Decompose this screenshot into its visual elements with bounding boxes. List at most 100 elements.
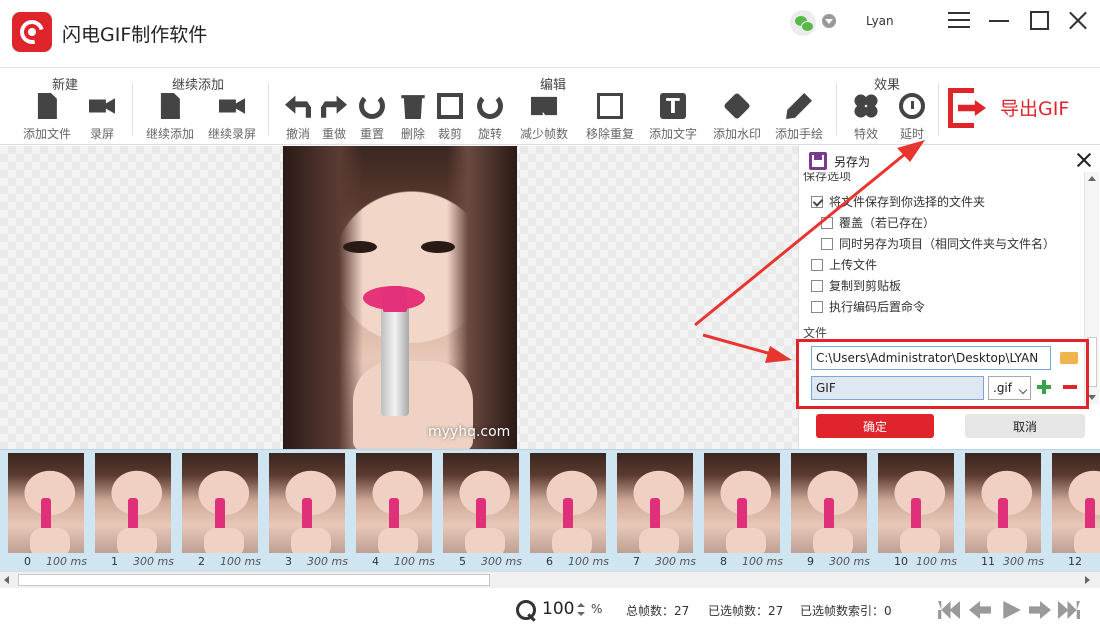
preview-frame-image: myyhq.com xyxy=(283,146,517,449)
previous-frame-icon[interactable] xyxy=(969,601,991,619)
checkbox[interactable] xyxy=(821,217,833,229)
extension-select[interactable]: .gif xyxy=(988,376,1031,400)
filmstrip-frame[interactable]: 7 300 ms xyxy=(613,453,700,569)
remove-duplicate-icon xyxy=(597,93,623,119)
continue-record-button[interactable]: 继续录屏 xyxy=(202,93,262,142)
frame-thumbnail xyxy=(182,453,258,553)
save-options-title: 保存选项 xyxy=(803,172,852,182)
zoom-unit: % xyxy=(591,602,603,616)
frame-delay: 100 ms xyxy=(46,555,87,568)
export-gif-button[interactable]: 导出GIF xyxy=(944,86,1094,132)
minus-icon[interactable] xyxy=(1063,385,1077,389)
zoom-value[interactable]: 100 xyxy=(542,599,574,619)
camera-icon xyxy=(89,98,115,114)
add-watermark-button[interactable]: 添加水印 xyxy=(707,92,767,142)
filmstrip-frame[interactable]: 1 300 ms xyxy=(91,453,178,569)
option-copy-clipboard[interactable]: 复制到剪贴板 xyxy=(811,277,901,294)
filmstrip-frame[interactable]: 2 100 ms xyxy=(178,453,265,569)
group-label-new: 新建 xyxy=(52,78,79,93)
filmstrip-frame[interactable]: 8 100 ms xyxy=(700,453,787,569)
filmstrip-frame[interactable]: 11 300 ms xyxy=(961,453,1048,569)
last-frame-icon[interactable] xyxy=(1058,601,1080,619)
frame-index: 6 xyxy=(546,555,553,568)
frame-thumbnail xyxy=(965,453,1041,553)
frame-filmstrip[interactable]: 0 100 ms 1 300 ms 2 100 ms 3 300 ms 4 100 ms 5 300 … xyxy=(0,449,1100,571)
option-post-encode-command[interactable]: 执行编码后置命令 xyxy=(811,298,925,315)
filmstrip-frame[interactable]: 4 100 ms xyxy=(352,453,439,569)
remove-duplicates-button[interactable]: 移除重复 xyxy=(580,93,640,142)
frame-index: 5 xyxy=(459,555,466,568)
filmstrip-frame[interactable]: 12 xyxy=(1048,453,1100,569)
wechat-avatar-icon[interactable] xyxy=(790,10,816,36)
zoom-icon[interactable] xyxy=(516,600,536,620)
close-panel-icon[interactable] xyxy=(1077,153,1091,167)
folder-icon[interactable] xyxy=(1060,352,1078,364)
frame-thumbnail xyxy=(95,453,171,553)
frame-delay: 300 ms xyxy=(481,555,522,568)
user-dropdown-icon[interactable] xyxy=(822,14,836,28)
maximize-icon[interactable] xyxy=(1030,11,1049,30)
add-file-button[interactable]: 添加文件 xyxy=(17,93,77,142)
title-bar: 闪电GIF制作软件 Lyan xyxy=(0,0,1100,68)
save-as-panel: 另存为 保存选项 将文件保存到你选择的文件夹 覆盖（若已存在） 同时另存为项目（… xyxy=(796,146,1100,449)
option-save-to-folder[interactable]: 将文件保存到你选择的文件夹 xyxy=(811,193,985,210)
zoom-spinner[interactable] xyxy=(577,600,585,620)
add-drawing-button[interactable]: 添加手绘 xyxy=(769,93,829,142)
option-overwrite[interactable]: 覆盖（若已存在） xyxy=(821,214,935,231)
menu-icon[interactable] xyxy=(948,12,970,30)
close-icon[interactable] xyxy=(1068,10,1088,30)
total-frames: 总帧数：27 xyxy=(626,604,690,618)
app-title: 闪电GIF制作软件 xyxy=(62,24,208,46)
filmstrip-scrollbar[interactable] xyxy=(0,571,1100,588)
filmstrip-frame[interactable]: 5 300 ms xyxy=(439,453,526,569)
checkbox-checked[interactable] xyxy=(811,196,823,208)
filmstrip-frame[interactable]: 3 300 ms xyxy=(265,453,352,569)
file-name-input[interactable] xyxy=(811,376,984,400)
filmstrip-frame[interactable]: 9 300 ms xyxy=(787,453,874,569)
filmstrip-frame[interactable]: 0 100 ms xyxy=(4,453,91,569)
option-save-project[interactable]: 同时另存为项目（相同文件夹与文件名） xyxy=(821,235,1055,252)
checkbox[interactable] xyxy=(821,238,833,250)
frame-delay: 300 ms xyxy=(829,555,870,568)
delay-button[interactable]: 延时 xyxy=(882,93,942,142)
checkbox[interactable] xyxy=(811,301,823,313)
confirm-button[interactable]: 确定 xyxy=(816,414,934,438)
next-frame-icon[interactable] xyxy=(1029,601,1051,619)
add-text-button[interactable]: T 添加文字 xyxy=(643,93,703,142)
reduce-frames-button[interactable]: 减少帧数 xyxy=(514,93,574,142)
group-label-effects: 效果 xyxy=(874,78,901,93)
export-gif-label: 导出GIF xyxy=(1000,98,1070,120)
checkbox[interactable] xyxy=(811,280,823,292)
status-bar: 100 % 总帧数：27 已选帧数：27 已选帧数索引：0 xyxy=(0,589,1100,635)
frame-thumbnail xyxy=(356,453,432,553)
frame-index: 10 xyxy=(894,555,908,568)
text-icon: T xyxy=(660,93,686,119)
checkbox[interactable] xyxy=(811,259,823,271)
continue-add-button[interactable]: 继续添加 xyxy=(140,93,200,142)
frame-delay: 300 ms xyxy=(655,555,696,568)
folder-path-input[interactable] xyxy=(811,346,1051,370)
play-icon[interactable] xyxy=(1003,601,1021,619)
rotate-icon xyxy=(477,93,503,119)
filmstrip-frame[interactable]: 6 100 ms xyxy=(526,453,613,569)
username[interactable]: Lyan xyxy=(866,14,894,28)
record-screen-button[interactable]: 录屏 xyxy=(72,93,132,142)
image-watermark: myyhq.com xyxy=(428,424,511,440)
document-add-icon xyxy=(160,93,180,119)
cancel-button[interactable]: 取消 xyxy=(965,414,1085,438)
plus-icon[interactable] xyxy=(1037,380,1051,394)
camera-icon xyxy=(219,98,245,114)
option-upload-file[interactable]: 上传文件 xyxy=(811,256,877,273)
frame-delay: 300 ms xyxy=(307,555,348,568)
rotate-button[interactable]: 旋转 xyxy=(460,93,520,142)
save-as-title: 另存为 xyxy=(834,155,871,169)
effects-icon xyxy=(853,93,879,119)
save-as-header: 另存为 xyxy=(799,146,1100,174)
first-frame-icon[interactable] xyxy=(938,601,960,619)
frame-delay: 100 ms xyxy=(916,555,957,568)
frame-index: 4 xyxy=(372,555,379,568)
minimize-icon[interactable] xyxy=(989,20,1009,22)
frame-delay: 100 ms xyxy=(568,555,609,568)
filmstrip-frame[interactable]: 10 100 ms xyxy=(874,453,961,569)
split-frames-icon xyxy=(531,96,557,116)
